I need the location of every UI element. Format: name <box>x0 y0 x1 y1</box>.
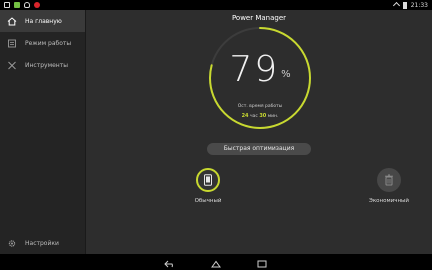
sidebar-item-tools[interactable]: Инструменты <box>0 54 85 76</box>
remaining-minutes: 30 <box>259 113 267 119</box>
sidebar: На главную Режим работы Инструменты Наст… <box>0 10 86 254</box>
tools-icon <box>6 60 18 70</box>
mode-normal-button[interactable] <box>196 168 220 192</box>
mode-economy-label: Экономичный <box>369 198 409 204</box>
back-icon <box>164 253 176 270</box>
status-bar: 21:33 <box>0 0 432 10</box>
notification-icon <box>4 2 10 8</box>
phone-icon <box>203 171 213 190</box>
minutes-unit: мин. <box>267 114 279 119</box>
sidebar-item-home[interactable]: На главную <box>0 10 85 32</box>
gear-icon <box>6 238 18 248</box>
android-icon <box>14 2 20 8</box>
battery-percent: 79% <box>207 49 313 90</box>
quick-optimize-button[interactable]: Быстрая оптимизация <box>207 143 311 155</box>
remaining-hours: 24 <box>241 113 249 119</box>
recents-button[interactable] <box>256 257 268 267</box>
mode-economy[interactable]: Экономичный <box>359 168 419 204</box>
screen: 21:33 На главную Режим работы Инструмент… <box>0 0 432 270</box>
sidebar-item-label: На главную <box>25 17 62 25</box>
back-button[interactable] <box>164 257 176 267</box>
percent-sign: % <box>281 69 291 80</box>
hours-unit: час <box>249 114 258 119</box>
shield-icon <box>24 2 30 8</box>
page-title: Power Manager <box>231 14 287 22</box>
battery-percent-value: 79 <box>229 49 280 90</box>
main-panel: Power Manager 79% Ост. время работы 24 ч… <box>86 10 432 254</box>
mode-economy-button[interactable] <box>377 168 401 192</box>
trash-icon <box>384 171 394 190</box>
battery-icon <box>402 1 407 9</box>
home-icon <box>6 16 18 26</box>
app-notification-icon <box>34 2 40 8</box>
navigation-bar <box>0 254 432 270</box>
mode-normal-label: Обычный <box>194 198 222 204</box>
home-button[interactable] <box>210 257 222 267</box>
battery-gauge: 79% Ост. время работы 24 час 30 мин. <box>207 25 313 131</box>
system-icons: 21:33 <box>392 1 428 9</box>
remaining-time: 24 час 30 мин. <box>207 113 313 119</box>
settings-label: Настройки <box>25 239 59 247</box>
home-nav-icon <box>210 253 222 270</box>
recents-icon <box>256 253 268 270</box>
sidebar-item-label: Инструменты <box>25 61 68 69</box>
wifi-icon <box>392 1 400 9</box>
clock: 21:33 <box>410 1 428 9</box>
sidebar-item-mode[interactable]: Режим работы <box>0 32 85 54</box>
remaining-time-label: Ост. время работы <box>237 104 283 109</box>
sidebar-item-label: Режим работы <box>25 39 72 47</box>
sidebar-item-settings[interactable]: Настройки <box>0 232 85 254</box>
notification-icons <box>4 2 40 8</box>
mode-icon <box>6 38 18 48</box>
mode-normal[interactable]: Обычный <box>178 168 238 204</box>
sidebar-footer: Настройки <box>0 232 85 254</box>
